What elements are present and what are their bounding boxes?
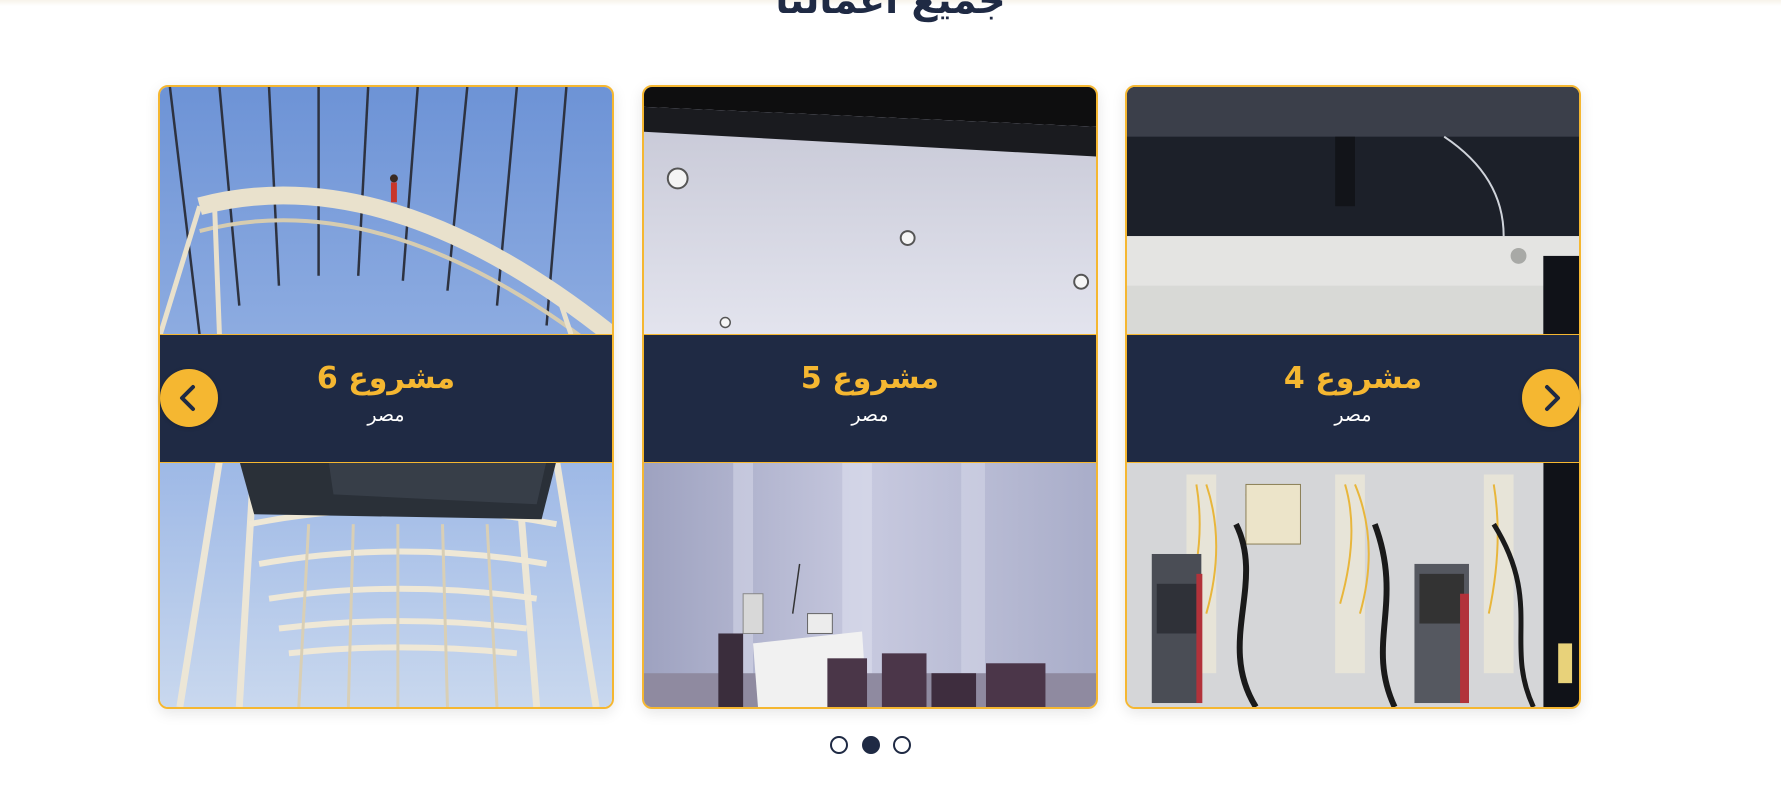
carousel-pagination [828,736,954,758]
project-card[interactable]: مشروع 5 مصر [642,85,1098,709]
carousel-prev-button[interactable] [160,369,218,427]
section-title: جميع أعمالنا [775,0,1006,22]
project-card[interactable]: مشروع 6 مصر [158,85,614,709]
project-info: مشروع 6 مصر [160,334,612,463]
project-card[interactable]: مشروع 4 مصر [1125,85,1581,709]
project-info: مشروع 4 مصر [1127,334,1579,463]
carousel-next-button[interactable] [1522,369,1580,427]
project-title[interactable]: مشروع 5 [644,361,1096,397]
project-title[interactable]: مشروع 6 [160,361,612,397]
project-location: مصر [851,404,889,426]
carousel-dot-3[interactable] [893,736,911,754]
project-location: مصر [367,404,405,426]
page: جميع أعمالنا مشروع 6 مصر مشروع 5 مصر مشر… [0,0,1781,806]
carousel-dot-2-active[interactable] [862,736,880,754]
carousel-dot-1[interactable] [830,736,848,754]
project-title[interactable]: مشروع 4 [1127,361,1579,397]
project-info: مشروع 5 مصر [644,334,1096,463]
chevron-left-icon [180,385,195,411]
chevron-right-icon [1545,385,1560,411]
project-location: مصر [1334,404,1372,426]
